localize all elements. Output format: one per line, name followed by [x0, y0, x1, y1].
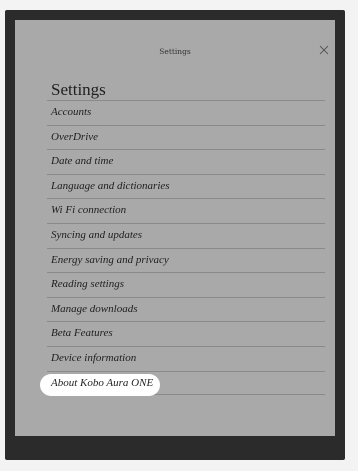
settings-item-label: Language and dictionaries [51, 179, 170, 192]
settings-item-downloads[interactable]: Manage downloads [47, 296, 325, 322]
settings-item-label: Wi Fi connection [51, 204, 127, 217]
settings-item-label: Date and time [51, 155, 114, 168]
settings-item-label: Device information [51, 351, 137, 364]
settings-item-label: Reading settings [51, 278, 125, 291]
close-icon[interactable] [318, 44, 330, 56]
settings-item-accounts[interactable]: Accounts [47, 100, 325, 125]
settings-item-syncing[interactable]: Syncing and updates [47, 222, 325, 248]
settings-item-wifi[interactable]: Wi Fi connection [47, 198, 325, 223]
header-title: Settings [159, 47, 191, 56]
settings-list: Accounts OverDrive Date and time Languag… [40, 100, 325, 396]
settings-item-label: Energy saving and privacy [51, 253, 169, 266]
settings-item-reading[interactable]: Reading settings [47, 272, 325, 297]
settings-item-date-time[interactable]: Date and time [47, 149, 325, 174]
page-title: Settings [51, 80, 106, 99]
settings-item-label: Syncing and updates [51, 228, 143, 241]
settings-item-language[interactable]: Language and dictionaries [47, 173, 325, 199]
settings-item-about[interactable]: About Kobo Aura ONE [40, 370, 325, 396]
settings-screen: Settings Settings Accounts OverDrive Dat… [15, 20, 335, 436]
settings-item-energy-privacy[interactable]: Energy saving and privacy [47, 247, 325, 273]
settings-item-beta[interactable]: Beta Features [47, 321, 325, 346]
header-bar: Settings [15, 20, 335, 64]
settings-item-label: About Kobo Aura ONE [51, 376, 154, 389]
settings-item-label: Beta Features [51, 327, 113, 340]
settings-item-overdrive[interactable]: OverDrive [47, 124, 325, 150]
settings-item-device-info[interactable]: Device information [47, 345, 325, 371]
settings-item-label: Accounts [51, 106, 92, 118]
settings-item-label: OverDrive [51, 130, 99, 143]
settings-item-label: Manage downloads [51, 302, 138, 315]
device-bezel: Settings Settings Accounts OverDrive Dat… [5, 10, 345, 460]
